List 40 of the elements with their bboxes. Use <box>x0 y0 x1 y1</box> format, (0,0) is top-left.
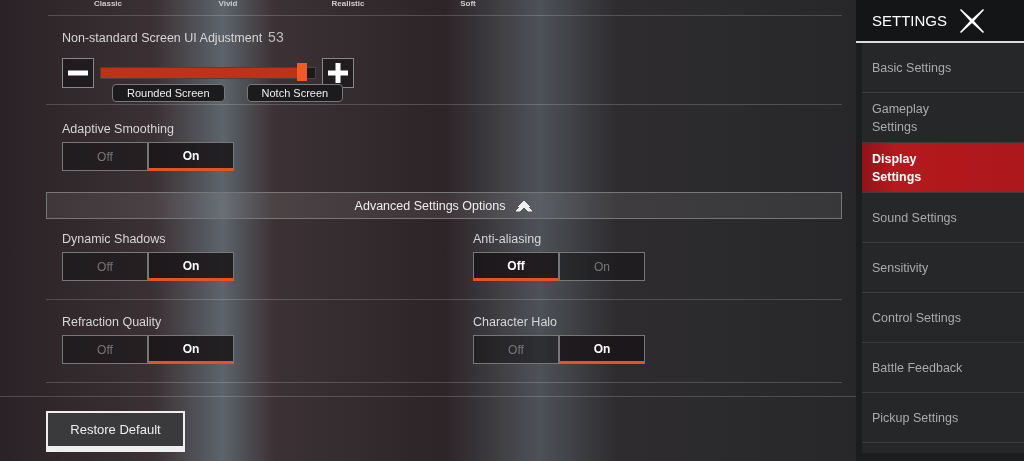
option-button[interactable]: Off <box>62 142 148 171</box>
section-title: Advanced Settings Options <box>354 198 506 213</box>
setting-label: Adaptive Smoothing <box>62 122 174 136</box>
restore-default-button[interactable]: Restore Default <box>46 411 185 452</box>
setting-label: Anti-aliasing <box>473 232 542 246</box>
mode-label: Realistic <box>330 0 366 8</box>
plus-button[interactable] <box>322 58 354 88</box>
selected-option-button[interactable]: On <box>148 335 234 364</box>
minus-icon <box>68 70 88 76</box>
option-button[interactable]: On <box>559 252 645 281</box>
mode-label: Classic <box>93 0 123 8</box>
section-header[interactable]: Advanced Settings Options <box>46 192 842 219</box>
sidebar-item[interactable]: Display Settings <box>862 143 1024 193</box>
minus-button[interactable] <box>62 58 94 88</box>
setting-value: 53 <box>268 29 284 45</box>
setting-label: Dynamic Shadows <box>62 232 166 246</box>
setting-label: Character Halo <box>473 315 558 329</box>
sidebar-item[interactable]: Control Settings <box>862 293 1024 343</box>
close-icon[interactable] <box>959 7 985 34</box>
setting-label: Non-standard Screen UI Adjustment <box>62 31 263 45</box>
selected-option-button[interactable]: Off <box>473 252 559 281</box>
sidebar-item[interactable]: Sensitivity <box>862 243 1024 293</box>
option-button[interactable]: Off <box>62 335 148 364</box>
selected-option-button[interactable]: On <box>148 252 234 281</box>
sidebar-item[interactable]: Sound Settings <box>862 193 1024 243</box>
selected-option-button[interactable]: On <box>559 335 645 364</box>
mode-label: Soft <box>459 0 477 8</box>
slider-thumb[interactable] <box>297 63 308 81</box>
option-button[interactable]: Off <box>62 252 148 281</box>
sidebar-item[interactable]: Gameplay Settings <box>862 93 1024 143</box>
mode-label: Vivid <box>217 0 239 8</box>
sidebar-item[interactable]: Basic Settings <box>862 43 1024 93</box>
settings-title: SETTINGS <box>872 12 947 29</box>
sidebar-item[interactable]: Battle Feedback <box>862 343 1024 393</box>
marker-tag: Notch Screen <box>246 84 344 102</box>
plus-icon <box>328 63 348 83</box>
selected-option-button[interactable]: On <box>148 142 234 171</box>
marker-tag: Rounded Screen <box>112 84 225 102</box>
sidebar-item[interactable]: Pickup Settings <box>862 393 1024 443</box>
setting-label: Refraction Quality <box>62 315 162 329</box>
